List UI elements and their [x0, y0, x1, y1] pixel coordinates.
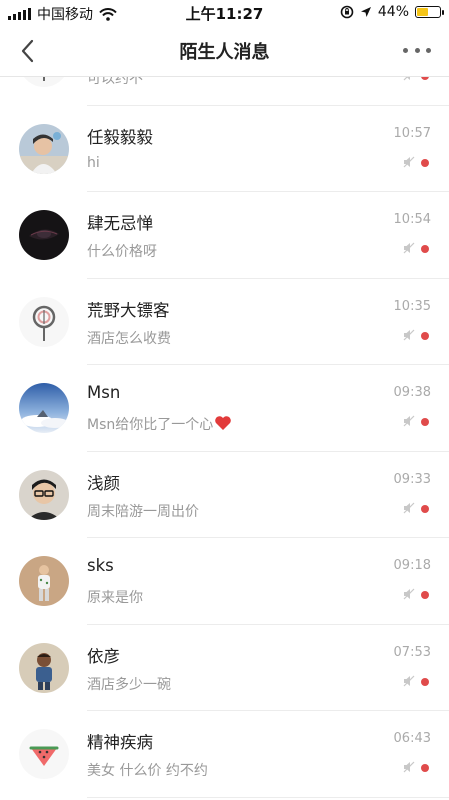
- message-preview: 酒店多少一碗: [87, 674, 171, 694]
- conversation-row[interactable]: 精神疾病美女 什么价 约不约 06:43: [0, 711, 449, 798]
- man-glasses-avatar[interactable]: [19, 469, 69, 520]
- message-preview: 可以约不: [87, 77, 143, 88]
- person-standing-avatar[interactable]: [19, 556, 69, 606]
- contact-name: Msn: [87, 383, 121, 402]
- lollipop-avatar[interactable]: [19, 296, 69, 347]
- contact-name: 荒野大镖客: [87, 300, 170, 320]
- mute-icon: [403, 77, 410, 81]
- sky-cloud-avatar[interactable]: [19, 383, 69, 433]
- unread-dot: [421, 591, 429, 599]
- message-time: 07:53: [393, 644, 431, 660]
- unread-dot: [421, 331, 429, 340]
- message-time: 10:35: [393, 298, 431, 314]
- contact-name: 浅颜: [87, 473, 120, 493]
- unread-dot: [421, 764, 429, 772]
- page-title: 陌生人消息: [179, 42, 270, 63]
- watermelon-avatar[interactable]: [19, 729, 69, 779]
- contact-name: 肆无忌惮: [87, 214, 153, 233]
- unread-dot: [421, 158, 429, 167]
- message-time: 06:43: [393, 731, 431, 746]
- mute-icon: [403, 761, 415, 773]
- child-avatar[interactable]: [19, 642, 69, 693]
- message-text: 周末陪游一周出价: [87, 503, 199, 520]
- message-preview: Msn给你比了一个心: [87, 414, 232, 434]
- mute-icon: [403, 588, 415, 600]
- message-text: 酒店怎么收费: [87, 330, 171, 347]
- mute-icon: [403, 502, 415, 513]
- message-preview: 原来是你: [87, 587, 143, 607]
- conversation-row[interactable]: 浅颜周末陪游一周出价 09:33: [0, 452, 449, 538]
- dark-eye-avatar[interactable]: [19, 210, 69, 260]
- conversation-row[interactable]: 可以约不: [0, 77, 449, 106]
- message-preview: 什么价格呀: [87, 241, 157, 261]
- nav-bar: 陌生人消息: [0, 26, 449, 77]
- unread-dot: [421, 418, 429, 426]
- mute-icon: [403, 415, 415, 427]
- contact-name: 任毅毅毅: [87, 127, 153, 147]
- mute-icon: [403, 329, 415, 340]
- user-photo-avatar[interactable]: [19, 123, 69, 174]
- message-preview: hi: [87, 155, 100, 171]
- mute-icon: [403, 242, 415, 254]
- message-preview: 酒店怎么收费: [87, 328, 171, 348]
- status-right: 44%: [340, 4, 444, 20]
- message-text: 什么价格呀: [87, 244, 157, 260]
- message-time: 10:54: [393, 212, 431, 227]
- mute-icon: [403, 675, 415, 686]
- message-text: Msn给你比了一个心: [87, 417, 214, 433]
- message-preview: 周末陪游一周出价: [87, 501, 199, 521]
- conversation-row[interactable]: 肆无忌惮什么价格呀 10:54: [0, 192, 449, 279]
- status-bar: 中国移动 上午11:27 44%: [0, 0, 449, 26]
- contact-name: 依彦: [87, 646, 120, 666]
- lollipop-avatar[interactable]: [19, 77, 69, 87]
- message-time: 09:33: [393, 471, 431, 487]
- message-time: 10:57: [393, 125, 431, 141]
- more-options-icon[interactable]: [403, 40, 431, 60]
- message-text: 美女 什么价 约不约: [87, 763, 208, 779]
- battery-percent: 44%: [377, 4, 409, 20]
- conversation-row[interactable]: 任毅毅毅 hi 10:57: [0, 106, 449, 192]
- rotation-lock-icon: [340, 5, 354, 19]
- conversation-list: 可以约不任毅毅毅 hi 10:57 肆无忌惮什么价格呀 10:54 荒野大镖客酒店怎么收费…: [0, 77, 449, 800]
- battery-icon: [415, 6, 444, 18]
- message-text: 酒店多少一碗: [87, 676, 171, 693]
- location-icon: [360, 7, 371, 17]
- unread-dot: [421, 245, 429, 253]
- conversation-row[interactable]: 依彦酒店多少一碗 07:53: [0, 625, 449, 711]
- message-text: 原来是你: [87, 590, 143, 606]
- contact-name: 精神疾病: [87, 733, 153, 752]
- unread-dot: [421, 677, 429, 686]
- message-time: 09:38: [393, 385, 431, 400]
- divider: [87, 796, 449, 798]
- message-text: 可以约不: [87, 77, 143, 87]
- contact-name: sks: [87, 556, 114, 575]
- message-time: 09:18: [393, 558, 431, 573]
- mute-icon: [403, 156, 415, 167]
- unread-dot: [421, 77, 429, 80]
- conversation-row[interactable]: 荒野大镖客酒店怎么收费 10:35: [0, 279, 449, 365]
- heart-icon: [215, 416, 232, 430]
- message-text: hi: [87, 154, 100, 171]
- unread-dot: [421, 504, 429, 513]
- conversation-row[interactable]: sks 原来是你 09:18: [0, 538, 449, 625]
- message-preview: 美女 什么价 约不约: [87, 760, 208, 780]
- conversation-row[interactable]: Msn Msn给你比了一个心 09:38: [0, 365, 449, 452]
